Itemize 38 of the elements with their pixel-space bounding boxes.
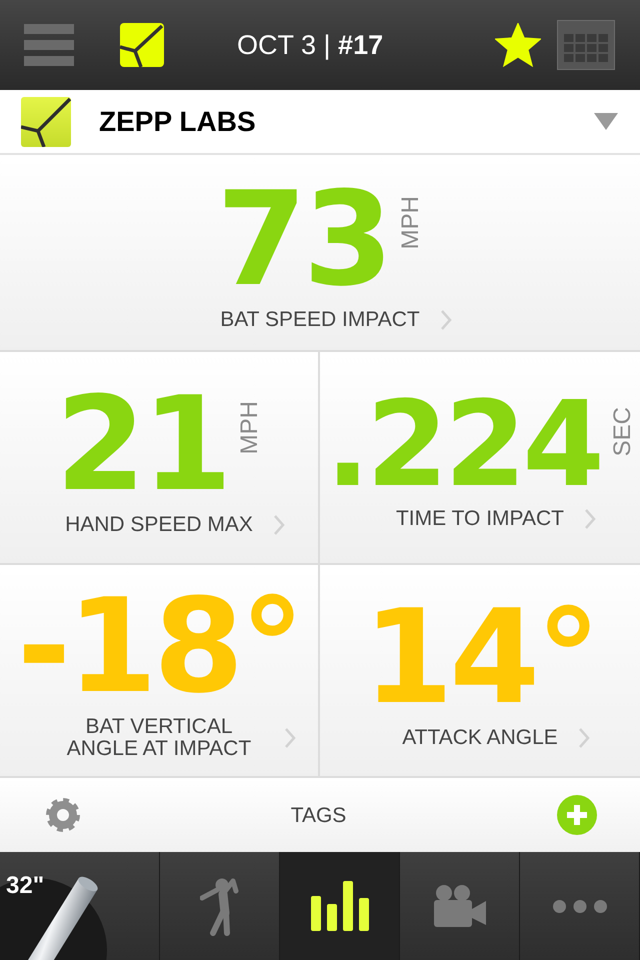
- tags-label: TAGS: [290, 804, 346, 826]
- metric-label: ATTACK ANGLE: [402, 727, 558, 749]
- tab[interactable]: [280, 852, 400, 960]
- metric-value: 73: [216, 174, 390, 304]
- logo-icon: [120, 23, 164, 67]
- metric-label: TIME TO IMPACT: [396, 508, 564, 530]
- menu-icon[interactable]: [24, 24, 74, 66]
- metric-value: 14°: [363, 592, 597, 722]
- metric-value: -18°: [17, 581, 301, 711]
- batter-icon: [200, 876, 240, 936]
- metric-label: BAT SPEED IMPACT: [220, 309, 420, 331]
- settings-icon[interactable]: [46, 798, 80, 832]
- chevron-right-icon: [284, 727, 296, 749]
- add-icon[interactable]: [557, 795, 597, 835]
- dropdown-caret-icon: [594, 113, 618, 130]
- more-icon: [552, 900, 606, 912]
- metric-tile[interactable]: -18° BAT VERTICAL ANGLE AT IMPACT: [0, 565, 320, 778]
- star-icon[interactable]: [495, 23, 541, 67]
- metric-unit: MPH: [238, 401, 262, 454]
- metric-unit: SEC: [610, 407, 635, 456]
- metric-value: .224: [325, 385, 601, 503]
- chevron-right-icon: [584, 508, 596, 530]
- team-name: ZEPP LABS: [99, 108, 256, 136]
- chevron-right-icon: [440, 309, 452, 331]
- calendar-icon[interactable]: [557, 20, 615, 70]
- metric-value: 21: [56, 379, 228, 509]
- chevron-right-icon: [578, 727, 590, 749]
- bat-icon: [0, 874, 110, 960]
- metric-label: BAT VERTICAL ANGLE AT IMPACT: [66, 716, 252, 760]
- header-title: OCT 3 | #17: [237, 32, 384, 58]
- video-camera-icon: [434, 885, 486, 927]
- chevron-right-icon: [272, 514, 285, 536]
- metric-label: HAND SPEED MAX: [65, 514, 253, 536]
- tab[interactable]: 32": [0, 852, 160, 960]
- bar-chart-icon: [310, 881, 368, 931]
- team-logo-icon: [21, 96, 71, 146]
- metric-unit: MPH: [399, 196, 424, 250]
- metric-tile[interactable]: 21 MPH HAND SPEED MAX: [0, 352, 320, 565]
